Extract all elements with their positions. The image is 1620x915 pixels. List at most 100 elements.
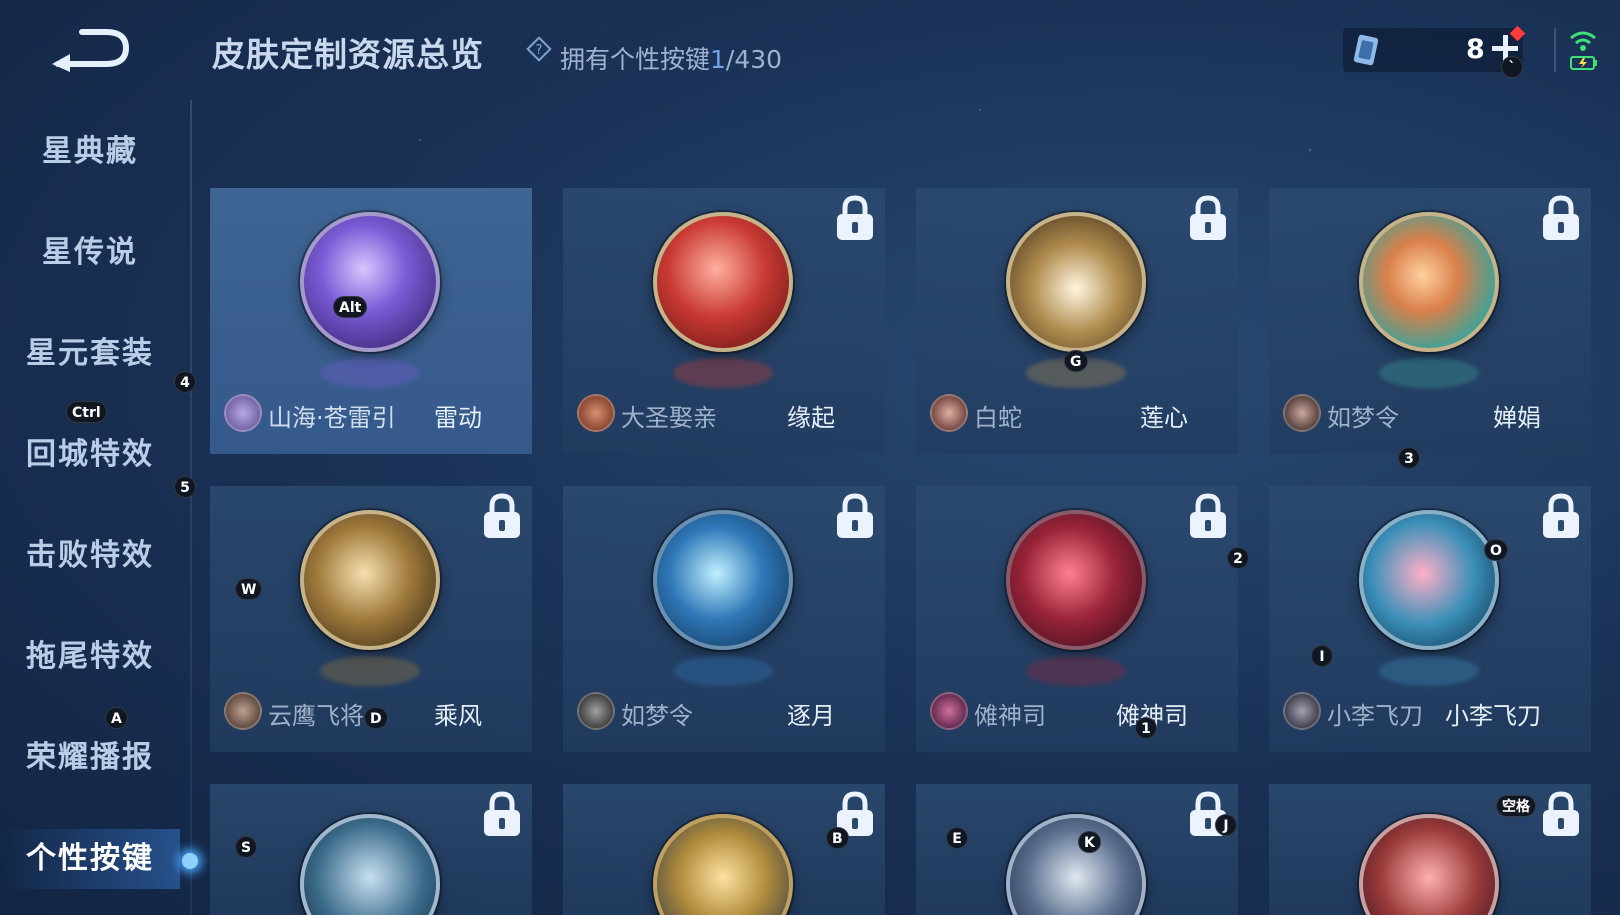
coupon-icon xyxy=(1353,34,1379,66)
hero-avatar xyxy=(577,394,615,432)
skin-icon xyxy=(300,814,440,915)
key-badge: S xyxy=(235,836,258,858)
hero-name: 云鹰飞将 xyxy=(268,702,364,730)
sidebar-item-recall-effect[interactable]: 回城特效 xyxy=(0,425,180,485)
owned-count: 1 xyxy=(710,45,726,74)
skin-card[interactable]: 白蛇 莲心 xyxy=(916,188,1238,454)
key-badge: I xyxy=(1311,645,1333,667)
lock-icon xyxy=(1543,791,1579,836)
skin-icon xyxy=(1006,510,1146,650)
key-badge: A xyxy=(105,707,128,729)
lock-icon xyxy=(837,493,873,538)
skin-card[interactable]: 大圣娶亲 缘起 xyxy=(563,188,885,454)
skin-icon-reflection xyxy=(1379,656,1479,686)
wifi-icon xyxy=(1570,31,1596,51)
sidebar-item-broadcast[interactable]: 荣耀播报 xyxy=(0,728,180,788)
key-badge: 空格 xyxy=(1496,795,1536,817)
battery-icon xyxy=(1570,56,1597,70)
currency-value: 8 xyxy=(1466,34,1485,65)
skin-icon xyxy=(653,510,793,650)
skin-icon-reflection xyxy=(1379,358,1479,388)
skin-card[interactable] xyxy=(563,784,885,915)
sidebar-divider xyxy=(190,100,192,915)
key-badge: 5 xyxy=(174,476,196,498)
hero-avatar xyxy=(930,394,968,432)
active-indicator xyxy=(182,853,198,869)
hero-avatar xyxy=(224,692,262,730)
starfield-background xyxy=(0,0,1620,915)
lock-icon xyxy=(484,493,520,538)
key-badge: Alt xyxy=(333,296,368,318)
owned-total: /430 xyxy=(725,45,783,74)
hero-name: 大圣娶亲 xyxy=(621,404,717,432)
hero-avatar xyxy=(930,692,968,730)
skin-icon xyxy=(1006,814,1146,915)
sidebar-item-kill-effect[interactable]: 击败特效 xyxy=(0,526,180,586)
owned-keys-summary: 拥有个性按键1/430 xyxy=(560,40,782,76)
skin-name: 莲心 xyxy=(1140,404,1188,432)
key-badge: 4 xyxy=(174,371,196,393)
key-badge: K xyxy=(1078,831,1101,853)
divider xyxy=(1554,28,1556,72)
question-icon[interactable]: ? xyxy=(526,36,552,62)
key-badge: E xyxy=(946,827,968,849)
owned-label: 拥有个性按键 xyxy=(560,45,711,74)
key-badge: G xyxy=(1064,350,1088,372)
skin-card[interactable] xyxy=(210,784,532,915)
key-badge: Ctrl xyxy=(66,401,107,423)
skin-icon-reflection xyxy=(1026,656,1126,686)
lock-icon xyxy=(837,195,873,240)
lock-icon xyxy=(1543,195,1579,240)
skin-name: 婵娟 xyxy=(1493,404,1541,432)
skin-icon xyxy=(653,814,793,915)
skin-card[interactable] xyxy=(916,784,1238,915)
skin-name: 缘起 xyxy=(787,404,835,432)
skin-icon xyxy=(1006,212,1146,352)
skin-card[interactable] xyxy=(1269,784,1591,915)
page-title: 皮肤定制资源总览 xyxy=(212,35,484,74)
hero-avatar xyxy=(577,692,615,730)
skin-icon xyxy=(653,212,793,352)
sidebar-item-legend[interactable]: 星传说 xyxy=(0,223,180,283)
skin-icon xyxy=(1359,814,1499,915)
hero-name: 傩神司 xyxy=(974,702,1046,730)
lock-icon xyxy=(1543,493,1579,538)
back-arrow-icon[interactable] xyxy=(48,24,134,72)
skin-name: 乘风 xyxy=(434,702,482,730)
skin-icon-reflection xyxy=(673,656,773,686)
skin-name: 小李飞刀 xyxy=(1445,702,1541,730)
skin-icon-reflection xyxy=(673,358,773,388)
skin-icon-reflection xyxy=(320,358,420,388)
skin-card[interactable]: 小李飞刀 小李飞刀 xyxy=(1269,486,1591,752)
hero-name: 小李飞刀 xyxy=(1327,702,1423,730)
lock-icon xyxy=(1190,493,1226,538)
sidebar-item-trail-effect[interactable]: 拖尾特效 xyxy=(0,627,180,687)
key-badge: O xyxy=(1484,539,1508,561)
skin-card[interactable]: 如梦令 婵娟 xyxy=(1269,188,1591,454)
key-badge: 3 xyxy=(1398,447,1420,469)
key-badge: W xyxy=(235,578,263,600)
sidebar-item-suit[interactable]: 星元套装 xyxy=(0,324,180,384)
svg-text:?: ? xyxy=(536,43,543,58)
hero-avatar xyxy=(1283,394,1321,432)
hero-avatar xyxy=(1283,692,1321,730)
hero-avatar xyxy=(224,394,262,432)
lock-icon xyxy=(484,791,520,836)
skin-card[interactable]: 如梦令 逐月 xyxy=(563,486,885,752)
hero-name: 山海·苍雷引 xyxy=(268,404,396,432)
key-badge: J xyxy=(1215,814,1237,836)
sidebar-item-collection[interactable]: 星典藏 xyxy=(0,122,180,182)
key-badge: D xyxy=(364,707,388,729)
skin-card[interactable]: 山海·苍雷引 雷动 xyxy=(210,188,532,454)
skin-icon xyxy=(300,212,440,352)
skin-card[interactable]: 傩神司 傩神司 xyxy=(916,486,1238,752)
skin-name: 逐月 xyxy=(787,702,835,730)
hero-name: 白蛇 xyxy=(974,404,1022,432)
skin-icon-reflection xyxy=(320,656,420,686)
sidebar-item-custom-buttons[interactable]: 个性按键 xyxy=(0,829,180,889)
key-badge: 2 xyxy=(1227,547,1249,569)
key-badge: B xyxy=(826,827,849,849)
skin-icon xyxy=(1359,510,1499,650)
hero-name: 如梦令 xyxy=(1327,404,1399,432)
hero-name: 如梦令 xyxy=(621,702,693,730)
